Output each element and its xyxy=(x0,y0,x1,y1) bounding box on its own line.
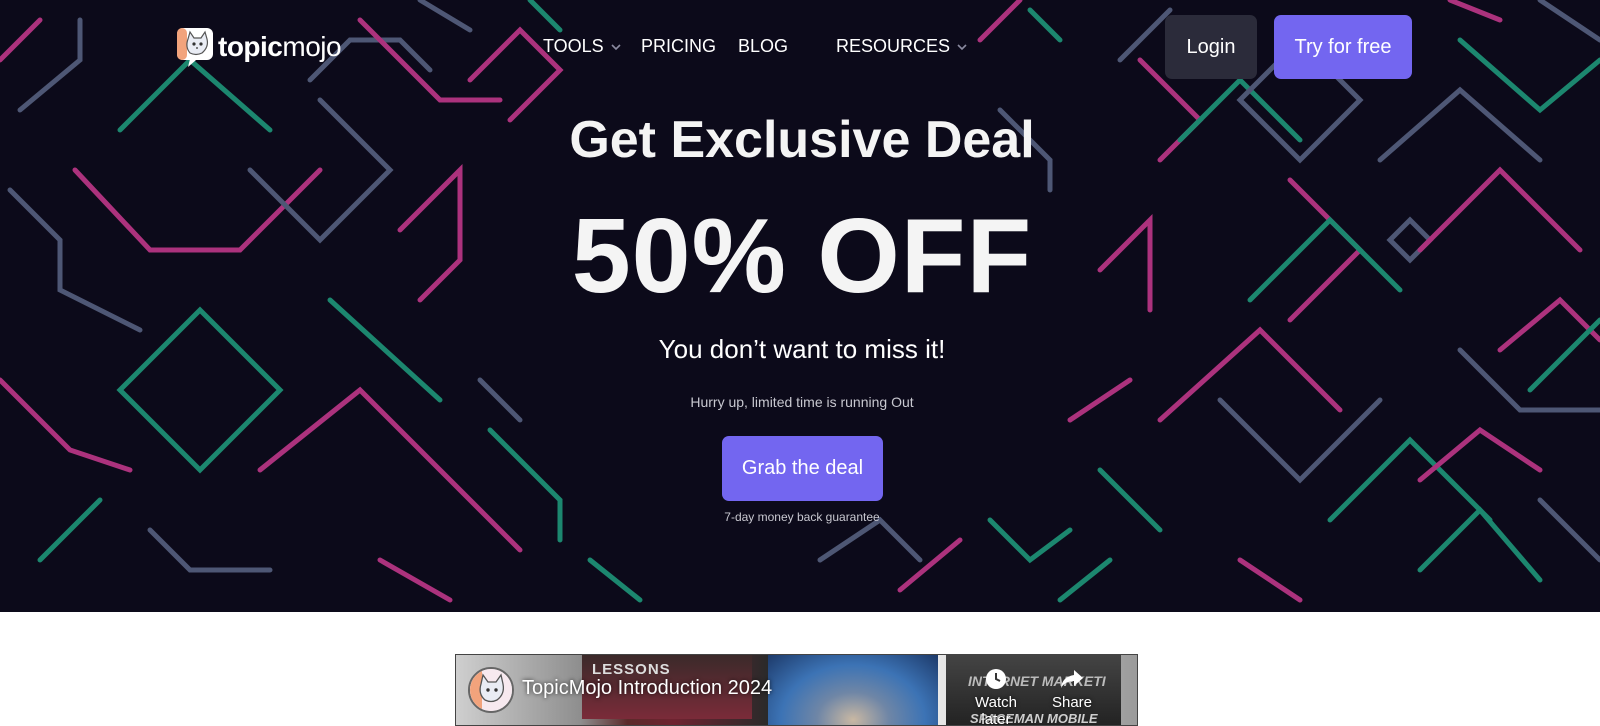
pattern-line xyxy=(1327,436,1493,523)
login-button[interactable]: Login xyxy=(1165,15,1257,79)
pattern-line xyxy=(1537,497,1600,563)
nav-resources-label: RESOURCES xyxy=(836,36,951,56)
nav-blog[interactable]: BLOG xyxy=(738,36,788,57)
topicmojo-logo[interactable]: topic mojo xyxy=(176,27,342,67)
nav-tools-label: TOOLS xyxy=(543,36,604,56)
pattern-line xyxy=(1117,7,1173,63)
hero-urgency-text: Hurry up, limited time is running Out xyxy=(690,394,914,410)
pattern-line xyxy=(1057,557,1113,603)
hero-subtitle: You don’t want to miss it! xyxy=(658,334,946,364)
logo-wordmark-bold: topic xyxy=(218,31,283,62)
pattern-line xyxy=(357,17,503,103)
logo-wordmark-light: mojo xyxy=(282,31,342,62)
pattern-line xyxy=(257,386,523,553)
hero-discount: 50% OFF xyxy=(571,197,1033,315)
pattern-line xyxy=(1027,7,1063,43)
pattern-line xyxy=(37,497,103,563)
channel-avatar[interactable] xyxy=(468,667,514,713)
grab-the-deal-button[interactable]: Grab the deal xyxy=(722,436,883,501)
pattern-line xyxy=(527,0,563,33)
nav-pricing-label: PRICING xyxy=(641,36,717,56)
nav-blog-label: BLOG xyxy=(738,36,789,56)
video-thumbnail-2 xyxy=(768,655,938,725)
chevron-down-icon xyxy=(957,43,967,50)
chevron-down-icon xyxy=(611,43,621,50)
hero-title: Get Exclusive Deal xyxy=(569,111,1035,169)
pattern-line xyxy=(377,557,453,603)
topicmojo-cat-logo-icon xyxy=(177,28,213,67)
video-title[interactable]: TopicMojo Introduction 2024 xyxy=(522,677,772,700)
thumbnail-text-lessons: LESSONS xyxy=(592,661,671,678)
pattern-line xyxy=(1217,397,1383,484)
nav-pricing[interactable]: PRICING xyxy=(641,36,716,57)
pattern-line xyxy=(977,0,1023,43)
pattern-line xyxy=(817,516,923,563)
nav-resources[interactable]: RESOURCES xyxy=(836,36,968,57)
channel-cat-icon xyxy=(470,669,512,711)
watch-later-button[interactable]: Watch later xyxy=(966,667,1026,726)
pattern-line xyxy=(1457,37,1600,114)
hero-section: topic mojo TOOLS PRICING BLOG RESOURCES L… xyxy=(0,0,1600,612)
video-embed[interactable]: LESSONS INTERNET MARKETI SPACEMAN MOBILE… xyxy=(455,654,1138,726)
share-label: Share xyxy=(1051,694,1093,711)
pattern-line xyxy=(147,527,273,573)
pattern-line xyxy=(587,557,643,603)
watch-later-label: Watch later xyxy=(975,694,1017,726)
pattern-line xyxy=(1537,0,1600,43)
nav-tools[interactable]: TOOLS xyxy=(543,36,622,57)
pattern-line xyxy=(417,0,473,33)
pattern-line xyxy=(0,17,43,63)
share-button[interactable]: Share xyxy=(1042,667,1102,711)
pattern-line xyxy=(987,517,1073,564)
share-arrow-icon xyxy=(1061,670,1083,688)
logo-wordmark: topic mojo xyxy=(218,31,342,63)
pattern-line xyxy=(1417,426,1543,483)
try-for-free-button[interactable]: Try for free xyxy=(1274,15,1412,79)
pattern-line xyxy=(1237,557,1303,603)
money-back-guarantee-text: 7-day money back guarantee xyxy=(724,510,880,524)
pattern-line xyxy=(1447,0,1503,23)
clock-icon xyxy=(986,669,1006,689)
